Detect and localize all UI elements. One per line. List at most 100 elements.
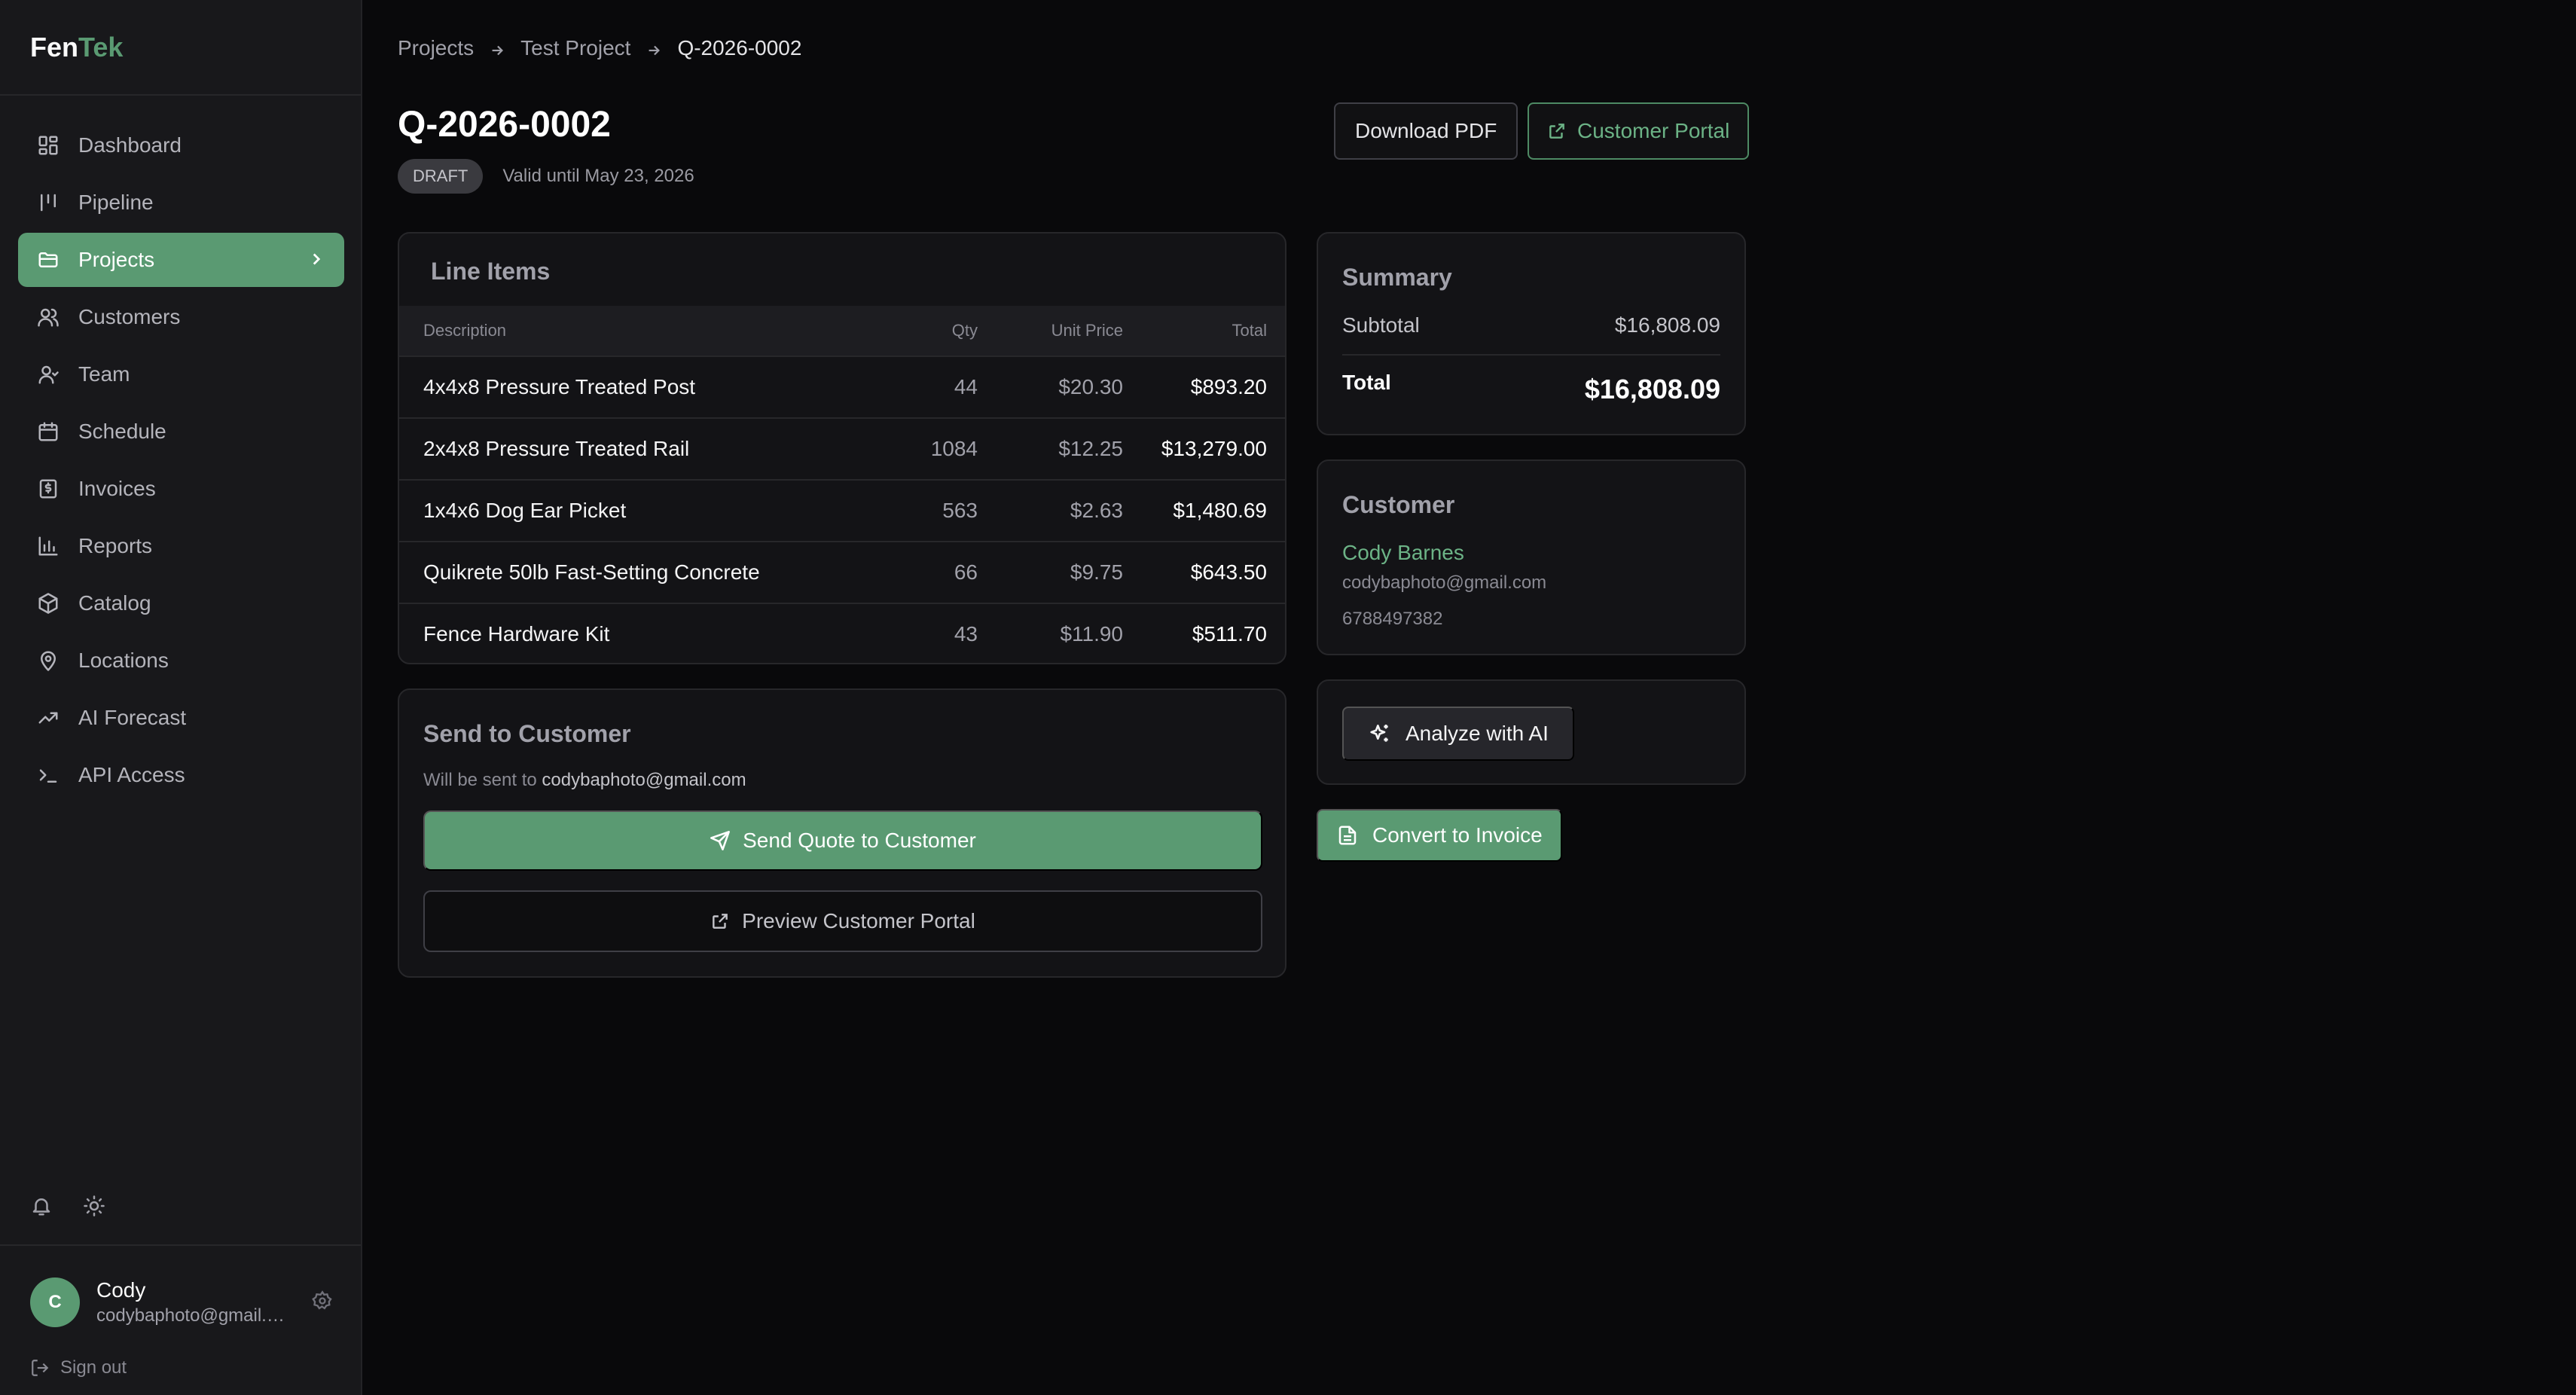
row-qty: 563 [942, 499, 978, 522]
send-to-customer-card: Send to Customer Will be sent to codybap… [398, 688, 1286, 978]
subtotal-label: Subtotal [1342, 313, 1420, 337]
row-unit-price: $20.30 [1058, 375, 1123, 398]
header-total: Total [1232, 321, 1267, 340]
send-title: Send to Customer [423, 720, 631, 747]
file-text-icon [1338, 826, 1357, 845]
sidebar-item-invoices[interactable]: Invoices [18, 462, 344, 516]
analyze-label: Analyze with AI [1406, 722, 1549, 745]
row-unit-price: $12.25 [1058, 437, 1123, 460]
sidebar-item-locations[interactable]: Locations [18, 633, 344, 688]
sidebar-item-customers[interactable]: Customers [18, 290, 344, 344]
row-total: $893.20 [1190, 375, 1267, 398]
bar-chart-icon [36, 534, 60, 558]
customer-title: Customer [1342, 491, 1455, 518]
header-unit-price: Unit Price [1051, 321, 1123, 340]
customer-email: codybaphoto@gmail.com [1342, 572, 1547, 593]
sidebar-item-label: Catalog [78, 591, 151, 615]
sign-out-link[interactable]: Sign out [30, 1357, 127, 1378]
sidebar-item-api-access[interactable]: API Access [18, 748, 344, 802]
brand-name-part2: Tek [78, 31, 124, 63]
subtotal-value: $16,808.09 [1614, 313, 1720, 337]
sidebar-item-ai-forecast[interactable]: AI Forecast [18, 691, 344, 745]
row-description: 1x4x6 Dog Ear Picket [423, 499, 627, 522]
sidebar-item-catalog[interactable]: Catalog [18, 576, 344, 630]
send-quote-label: Send Quote to Customer [743, 829, 976, 852]
sidebar-item-reports[interactable]: Reports [18, 519, 344, 573]
quote-status-row: DRAFT Valid until May 23, 2026 [398, 159, 694, 194]
gear-icon[interactable] [312, 1290, 333, 1315]
map-pin-icon [36, 649, 60, 673]
customer-portal-label: Customer Portal [1577, 119, 1730, 142]
dashboard-icon [36, 133, 60, 157]
breadcrumb-current: Q-2026-0002 [677, 36, 802, 60]
team-icon [36, 362, 60, 386]
send-note: Will be sent to codybaphoto@gmail.com [423, 770, 746, 791]
customer-card: Customer Cody Barnes codybaphoto@gmail.c… [1317, 459, 1746, 655]
sidebar-item-projects[interactable]: Projects [18, 233, 344, 287]
user-profile[interactable]: C Cody codybaphoto@gmail.com [30, 1277, 339, 1327]
customer-portal-button[interactable]: Customer Portal [1528, 102, 1750, 160]
row-description: Quikrete 50lb Fast-Setting Concrete [423, 560, 760, 584]
sidebar-item-label: Reports [78, 534, 153, 557]
sun-icon[interactable] [83, 1195, 105, 1221]
user-info: Cody codybaphoto@gmail.com [96, 1278, 292, 1326]
customer-name-link[interactable]: Cody Barnes [1342, 541, 1464, 565]
bell-icon[interactable] [30, 1195, 53, 1221]
row-qty: 43 [954, 622, 978, 646]
package-icon [36, 591, 60, 615]
sidebar-item-label: Customers [78, 305, 181, 328]
sidebar-item-pipeline[interactable]: Pipeline [18, 176, 344, 230]
pipeline-icon [36, 191, 60, 215]
row-qty: 1084 [930, 437, 978, 460]
log-out-icon [32, 1360, 49, 1376]
sidebar-item-label: Schedule [78, 420, 166, 443]
download-pdf-button[interactable]: Download PDF [1334, 102, 1518, 160]
row-description: Fence Hardware Kit [423, 622, 610, 646]
sidebar-item-team[interactable]: Team [18, 347, 344, 401]
sidebar-tools [30, 1195, 105, 1221]
arrow-right-icon [646, 40, 662, 56]
sidebar-item-label: Invoices [78, 477, 156, 500]
sidebar-item-label: Team [78, 362, 130, 386]
user-email: codybaphoto@gmail.com [96, 1305, 292, 1326]
external-link-icon [1549, 124, 1564, 139]
row-total: $511.70 [1192, 622, 1267, 646]
analyze-with-ai-button[interactable]: Analyze with AI [1342, 707, 1574, 761]
user-name: Cody [96, 1278, 146, 1302]
sidebar-item-dashboard[interactable]: Dashboard [18, 118, 344, 172]
table-row: Fence Hardware Kit 43 $11.90 $511.70 [399, 603, 1285, 663]
summary-title: Summary [1342, 264, 1452, 291]
convert-to-invoice-button[interactable]: Convert to Invoice [1317, 809, 1562, 862]
sidebar-item-label: AI Forecast [78, 706, 187, 729]
avatar: C [30, 1277, 80, 1327]
sidebar-item-schedule[interactable]: Schedule [18, 404, 344, 459]
table-row: 2x4x8 Pressure Treated Rail 1084 $12.25 … [399, 417, 1285, 479]
row-description: 4x4x8 Pressure Treated Post [423, 375, 696, 398]
row-total: $643.50 [1190, 560, 1267, 584]
table-row: 4x4x8 Pressure Treated Post 44 $20.30 $8… [399, 356, 1285, 417]
calendar-icon [36, 420, 60, 444]
sidebar-nav: Dashboard Pipeline Projects Customers Te… [18, 118, 344, 805]
row-total: $1,480.69 [1173, 499, 1267, 522]
preview-portal-button[interactable]: Preview Customer Portal [423, 890, 1262, 952]
breadcrumb-projects[interactable]: Projects [398, 36, 474, 60]
brand-logo[interactable]: Fen Tek [0, 0, 361, 96]
send-note-prefix: Will be sent to [423, 770, 542, 790]
breadcrumb: Projects Test Project Q-2026-0002 [398, 36, 801, 60]
send-quote-button[interactable]: Send Quote to Customer [423, 810, 1262, 871]
sign-out-label: Sign out [60, 1357, 127, 1378]
row-qty: 44 [954, 375, 978, 398]
sidebar-item-label: Dashboard [78, 133, 182, 157]
sparkles-icon [1370, 725, 1388, 742]
line-items-card: Line Items Description Qty Unit Price To… [398, 232, 1286, 664]
convert-label: Convert to Invoice [1372, 823, 1543, 847]
summary-divider [1342, 354, 1720, 356]
breadcrumb-test-project[interactable]: Test Project [520, 36, 630, 60]
trending-up-icon [36, 706, 60, 730]
total-label: Total [1342, 371, 1391, 394]
chevron-right-icon [307, 249, 326, 269]
folder-icon [36, 248, 60, 272]
sidebar: Fen Tek Dashboard Pipeline Projects Custo… [0, 0, 362, 1395]
header-qty: Qty [951, 321, 978, 340]
send-icon [710, 831, 731, 850]
